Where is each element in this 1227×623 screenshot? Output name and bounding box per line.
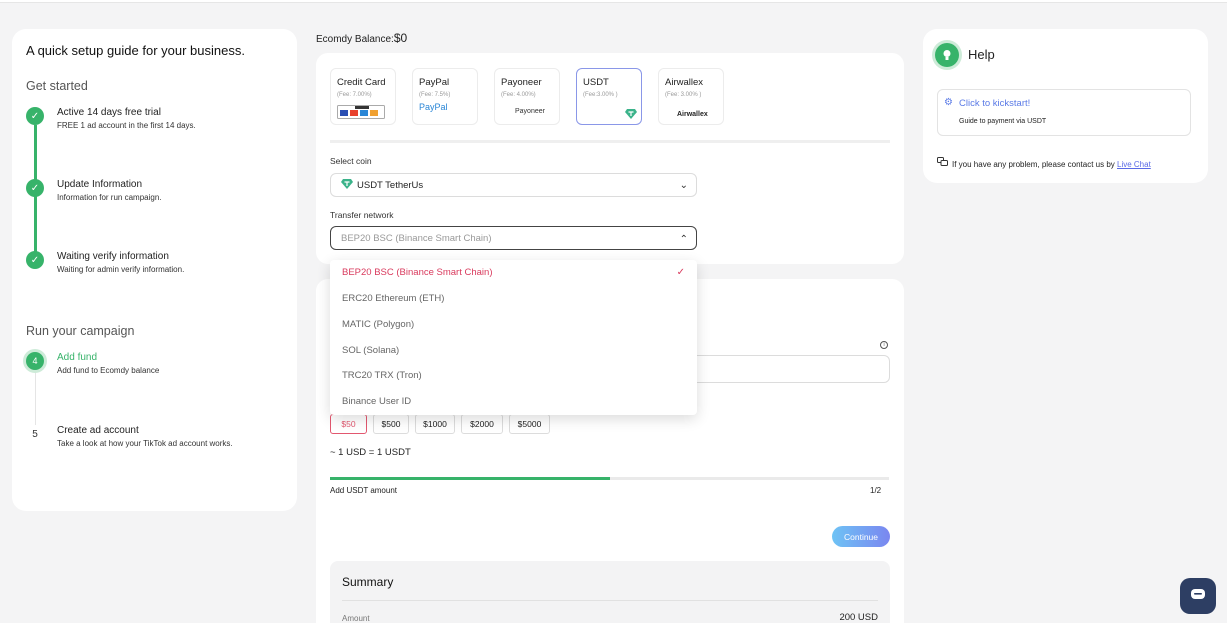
- top-bar: [0, 0, 1227, 3]
- selected-coin: USDT TetherUs: [357, 179, 424, 191]
- progress-fill: [330, 477, 610, 480]
- lightbulb-icon: [935, 43, 959, 67]
- step-title: Active 14 days free trial: [57, 107, 161, 118]
- method-name: USDT: [583, 77, 609, 88]
- check-icon: ✓: [676, 267, 685, 278]
- balance-label: Ecomdy Balance:: [316, 34, 394, 45]
- network-options-list: BEP20 BSC (Binance Smart Chain) ✓ ERC20 …: [330, 260, 697, 415]
- selected-network: BEP20 BSC (Binance Smart Chain): [341, 232, 492, 244]
- summary-panel: Summary Amount 200 USD: [330, 561, 890, 623]
- kickstart-link[interactable]: Click to kickstart!: [959, 98, 1030, 109]
- run-campaign-title: Run your campaign: [26, 324, 135, 338]
- summary-divider: [342, 600, 878, 601]
- step-desc: FREE 1 ad account in the first 14 days.: [57, 121, 196, 130]
- method-name: Airwallex: [665, 77, 704, 88]
- live-chat-button[interactable]: [1180, 578, 1216, 614]
- kickstart-box[interactable]: ⚙ Click to kickstart! Guide to payment v…: [937, 89, 1191, 136]
- airwallex-logo: Airwallex: [677, 111, 708, 118]
- method-fee: (Fee: 7.5%): [419, 92, 451, 98]
- summary-amount-value: 200 USD: [839, 612, 878, 623]
- progress-count: 1/2: [870, 486, 882, 495]
- method-fee: (Fee: 4.00%): [501, 92, 536, 98]
- method-fee: (Fee: 7.00%): [337, 92, 372, 98]
- summary-amount-label: Amount: [342, 614, 370, 623]
- tether-icon: [341, 178, 353, 192]
- step-title: Waiting verify information: [57, 251, 169, 262]
- progress-line-pending: [35, 372, 36, 425]
- get-started-title: Get started: [26, 79, 88, 93]
- stripe-card-logos: [337, 105, 385, 121]
- payment-usdt[interactable]: USDT (Fee:3.00% ): [576, 68, 642, 125]
- paypal-logo: PayPal: [419, 102, 448, 112]
- ecomdy-balance: Ecomdy Balance:$0: [316, 31, 407, 45]
- payment-card: Credit Card (Fee: 7.00%) PayPal (Fee: 7.…: [316, 53, 904, 264]
- step-number: 5: [32, 428, 38, 440]
- gear-icon: ⚙: [944, 97, 953, 108]
- kickstart-desc: Guide to payment via USDT: [959, 118, 1047, 125]
- help-panel: Help ⚙ Click to kickstart! Guide to paym…: [923, 29, 1208, 183]
- step-desc: Waiting for admin verify information.: [57, 265, 185, 274]
- step-title: Add fund: [57, 352, 98, 363]
- check-icon: ✓: [26, 251, 44, 269]
- payment-payoneer[interactable]: Payoneer (Fee: 4.00%) Payoneer: [494, 68, 560, 125]
- method-name: Payoneer: [501, 77, 542, 88]
- chevron-up-icon: ⌃: [679, 234, 688, 245]
- amount-chip-2000[interactable]: $2000: [461, 414, 503, 434]
- help-title: Help: [968, 47, 995, 62]
- contact-line: If you have any problem, please contact …: [937, 157, 1151, 170]
- chevron-down-icon: ⌄: [679, 180, 688, 191]
- amount-chip-500[interactable]: $500: [373, 414, 409, 434]
- info-icon[interactable]: i: [880, 341, 888, 349]
- guide-title: A quick setup guide for your business.: [26, 43, 245, 58]
- tab-divider: [330, 140, 890, 143]
- continue-button[interactable]: Continue: [832, 526, 890, 547]
- progress-label: Add USDT amount: [330, 486, 397, 495]
- network-option-matic[interactable]: MATIC (Polygon): [342, 319, 414, 330]
- transfer-network-dropdown[interactable]: BEP20 BSC (Binance Smart Chain) ⌃: [330, 226, 697, 250]
- check-icon: ✓: [26, 107, 44, 125]
- select-coin-dropdown[interactable]: USDT TetherUs ⌄: [330, 173, 697, 197]
- exchange-rate: ~ 1 USD = 1 USDT: [330, 447, 411, 458]
- step-title: Update Information: [57, 179, 143, 190]
- chat-icon: [1190, 588, 1206, 605]
- live-chat-link[interactable]: Live Chat: [1117, 160, 1151, 169]
- network-option-bep20[interactable]: BEP20 BSC (Binance Smart Chain): [342, 267, 492, 278]
- method-name: PayPal: [419, 77, 450, 88]
- payment-credit-card[interactable]: Credit Card (Fee: 7.00%): [330, 68, 396, 125]
- summary-title: Summary: [342, 575, 394, 589]
- payment-paypal[interactable]: PayPal (Fee: 7.5%) PayPal: [412, 68, 478, 125]
- network-option-trc20[interactable]: TRC20 TRX (Tron): [342, 370, 422, 381]
- amount-chip-50[interactable]: $50: [330, 414, 367, 434]
- balance-value: $0: [393, 31, 408, 45]
- payment-airwallex[interactable]: Airwallex (Fee: 3.00% ) Airwallex: [658, 68, 724, 125]
- chat-bubbles-icon: [937, 157, 948, 170]
- step-desc: Add fund to Ecomdy balance: [57, 366, 160, 375]
- amount-chip-1000[interactable]: $1000: [415, 414, 455, 434]
- step-desc: Information for run campaign.: [57, 193, 162, 202]
- contact-text: If you have any problem, please contact …: [952, 160, 1115, 169]
- payoneer-logo: Payoneer: [515, 108, 545, 115]
- amount-chip-5000[interactable]: $5000: [509, 414, 550, 434]
- network-option-binance-id[interactable]: Binance User ID: [342, 396, 411, 407]
- network-option-sol[interactable]: SOL (Solana): [342, 345, 399, 356]
- select-coin-label: Select coin: [330, 156, 372, 166]
- step-title: Create ad account: [57, 425, 139, 436]
- step-number: 4: [26, 352, 44, 370]
- setup-guide-panel: A quick setup guide for your business. G…: [12, 29, 297, 511]
- tether-icon: [625, 109, 637, 121]
- check-icon: ✓: [26, 179, 44, 197]
- method-fee: (Fee:3.00% ): [583, 92, 618, 98]
- method-name: Credit Card: [337, 77, 386, 88]
- step-desc: Take a look at how your TikTok ad accoun…: [57, 439, 233, 448]
- method-fee: (Fee: 3.00% ): [665, 92, 702, 98]
- network-option-erc20[interactable]: ERC20 Ethereum (ETH): [342, 293, 444, 304]
- transfer-network-label: Transfer network: [330, 210, 394, 220]
